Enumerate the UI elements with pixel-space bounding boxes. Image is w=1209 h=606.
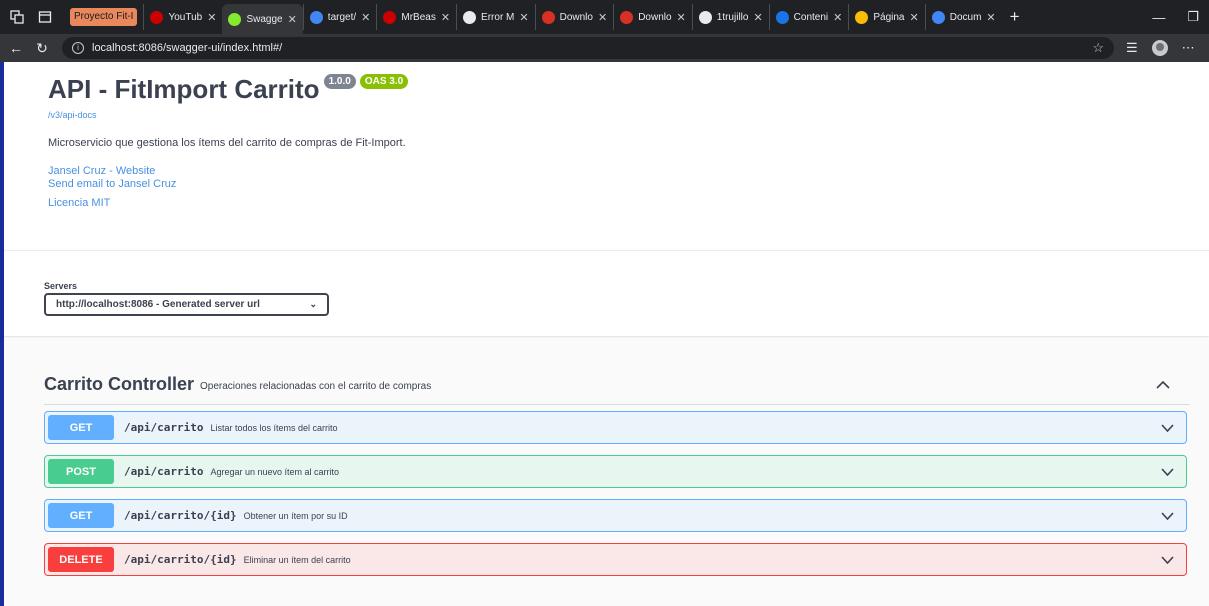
reload-icon[interactable]: ↻	[32, 40, 52, 57]
operation-delete-carrito-id[interactable]: DELETE /api/carrito/{id} Eliminar un íte…	[44, 543, 1187, 576]
tab-actions-icon[interactable]	[34, 6, 56, 28]
tab-group-chip[interactable]: Proyecto Fit-I	[70, 8, 138, 26]
operation-post-carrito[interactable]: POST /api/carrito Agregar un nuevo ítem …	[44, 455, 1187, 488]
servers-section: Servers http://localhost:8086 - Generate…	[4, 250, 1209, 336]
operation-path: /api/carrito/{id}	[124, 553, 237, 566]
contact-email-link[interactable]: Send email to Jansel Cruz	[48, 178, 1168, 191]
contact-website-link[interactable]: Jansel Cruz - Website	[48, 165, 1168, 178]
api-docs-link[interactable]: /v3/api-docs	[48, 110, 1168, 120]
more-menu-icon[interactable]: ⋯	[1182, 40, 1195, 56]
operation-path: /api/carrito/{id}	[124, 509, 237, 522]
browser-tab[interactable]: Docum ✕	[924, 4, 1002, 30]
bookmark-star-icon[interactable]: ☆	[1092, 40, 1104, 56]
chevron-up-icon[interactable]	[1156, 377, 1170, 392]
tab-favicon	[775, 10, 789, 24]
favorites-icon[interactable]: ☰	[1126, 40, 1138, 56]
operation-summary: Listar todos los ítems del carrito	[210, 422, 338, 433]
controller-name: Carrito Controller	[44, 374, 195, 394]
operation-summary: Agregar un nuevo ítem al carrito	[210, 466, 340, 477]
tab-favicon	[541, 10, 555, 24]
minimize-icon[interactable]: —	[1152, 10, 1165, 25]
close-icon[interactable]: ✕	[288, 13, 297, 26]
tab-favicon	[383, 10, 397, 24]
operation-path: /api/carrito	[124, 421, 204, 434]
browser-tab[interactable]: Downlo ✕	[613, 4, 692, 30]
close-icon[interactable]: ✕	[986, 11, 995, 24]
tab-favicon	[931, 10, 945, 24]
workspaces-icon[interactable]	[6, 6, 28, 28]
close-icon[interactable]: ✕	[677, 11, 686, 24]
oas-badge: OAS 3.0	[359, 74, 409, 89]
browser-toolbar: ← ↻ i localhost:8086/swagger-ui/index.ht…	[0, 34, 1209, 62]
chevron-down-icon: ⌄	[309, 299, 317, 309]
browser-tab[interactable]: Conteni ✕	[768, 4, 849, 30]
license-link[interactable]: Licencia MIT	[48, 197, 1168, 210]
method-badge: GET	[48, 415, 114, 440]
tab-favicon	[150, 10, 164, 24]
tab-favicon	[620, 10, 634, 24]
browser-tab[interactable]: Error M ✕	[456, 4, 535, 30]
browser-tab[interactable]: YouTub ✕	[143, 4, 222, 30]
operation-summary: Eliminar un ítem del carrito	[243, 554, 351, 565]
chevron-down-icon[interactable]	[1161, 508, 1174, 523]
close-icon[interactable]: ✕	[207, 11, 216, 24]
operation-get-carrito-id[interactable]: GET /api/carrito/{id} Obtener un ítem po…	[44, 499, 1187, 532]
url-text[interactable]: localhost:8086/swagger-ui/index.html#/	[92, 42, 1092, 54]
method-badge: POST	[48, 459, 114, 484]
tab-favicon	[463, 10, 477, 24]
operations-section: Carrito Controller Operaciones relaciona…	[4, 339, 1209, 606]
address-bar[interactable]: i localhost:8086/swagger-ui/index.html#/…	[62, 37, 1114, 59]
restore-icon[interactable]: ❐	[1187, 9, 1199, 25]
close-icon[interactable]: ✕	[441, 11, 450, 24]
operation-summary: Obtener un ítem por su ID	[243, 510, 348, 521]
method-badge: GET	[48, 503, 114, 528]
chevron-down-icon[interactable]	[1161, 552, 1174, 567]
controller-header[interactable]: Carrito Controller Operaciones relaciona…	[44, 365, 1190, 405]
close-icon[interactable]: ✕	[753, 11, 762, 24]
api-title: API - FitImport Carrito	[48, 74, 320, 104]
browser-tab-strip: Proyecto Fit-I YouTub ✕ Swagge ✕ target/✕ …	[0, 0, 1209, 34]
tab-favicon	[228, 12, 242, 26]
servers-dropdown[interactable]: http://localhost:8086 - Generated server…	[44, 293, 329, 316]
tab-favicon	[309, 10, 323, 24]
operation-get-carrito[interactable]: GET /api/carrito Listar todos los ítems …	[44, 411, 1187, 444]
version-badge: 1.0.0	[323, 74, 356, 89]
close-icon[interactable]: ✕	[910, 11, 919, 24]
browser-tab[interactable]: target/✕	[302, 4, 377, 30]
close-icon[interactable]: ✕	[519, 11, 528, 24]
controller-description: Operaciones relacionadas con el carrito …	[200, 380, 432, 392]
api-description: Microservicio que gestiona los ítems del…	[48, 137, 406, 149]
browser-tab[interactable]: Página ✕	[848, 4, 924, 30]
browser-tab-active[interactable]: Swagge ✕	[222, 4, 303, 34]
browser-tab[interactable]: Downlo ✕	[534, 4, 614, 30]
tab-favicon	[698, 10, 712, 24]
servers-selected-value: http://localhost:8086 - Generated server…	[56, 299, 260, 310]
new-tab-icon[interactable]: +	[1010, 7, 1020, 27]
browser-tab[interactable]: 1trujillo ✕	[691, 4, 769, 30]
close-icon[interactable]: ✕	[361, 11, 370, 24]
site-info-icon[interactable]: i	[72, 42, 84, 54]
profile-avatar-icon[interactable]	[1151, 40, 1168, 56]
close-icon[interactable]: ✕	[833, 11, 842, 24]
chevron-down-icon[interactable]	[1161, 464, 1174, 479]
browser-tab[interactable]: MrBeas ✕	[376, 4, 456, 30]
chevron-down-icon[interactable]	[1161, 420, 1174, 435]
method-badge: DELETE	[48, 547, 114, 572]
swagger-page: API - FitImport Carrito 1.0.0 OAS 3.0 /v…	[0, 62, 1209, 606]
back-arrow-icon[interactable]: ←	[6, 40, 26, 56]
servers-label: Servers	[44, 281, 78, 291]
api-info: API - FitImport Carrito 1.0.0 OAS 3.0 /v…	[48, 72, 1168, 210]
operation-path: /api/carrito	[124, 465, 204, 478]
close-icon[interactable]: ✕	[598, 11, 607, 24]
tab-favicon	[855, 10, 869, 24]
